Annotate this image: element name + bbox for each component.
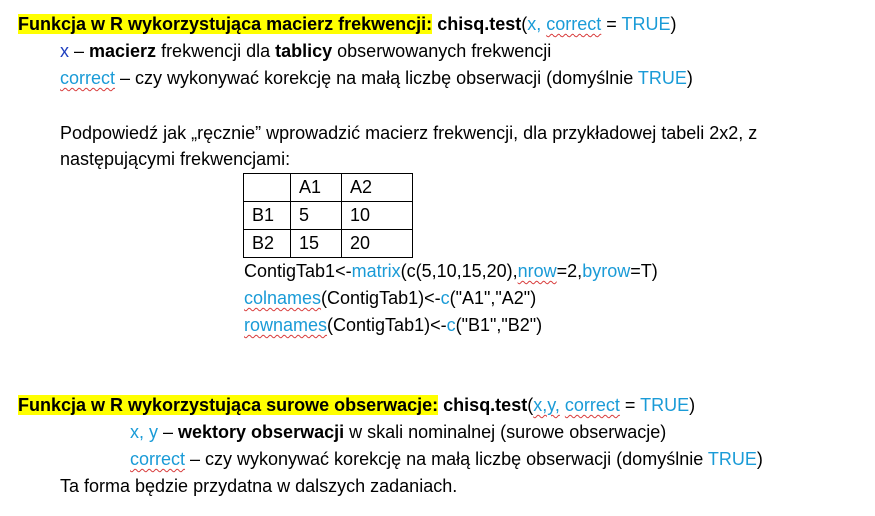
x-mid: frekwencji dla (156, 41, 276, 61)
section2-note: Ta forma będzie przydatna w dalszych zad… (60, 476, 458, 496)
table-row: B1 5 10 (243, 201, 413, 230)
code-part: ("A1","A2") (449, 288, 537, 308)
table-header-cell: A1 (290, 173, 342, 202)
code-arg-nrow: nrow (517, 261, 557, 281)
xy-dash: – (158, 422, 179, 442)
x-bold-macierz: macierz (89, 41, 157, 61)
table-cell: 15 (290, 229, 342, 258)
code-arg-byrow: byrow (582, 261, 631, 281)
code-fn-c: c (446, 315, 456, 335)
code-part: (c(5,10,15,20), (400, 261, 518, 281)
table-row-label: B2 (243, 229, 291, 258)
section1-x-desc: x – macierz frekwencji dla tablicy obser… (60, 40, 551, 62)
section2-title: Funkcja w R wykorzystująca surowe obserw… (18, 395, 439, 415)
hint-line2: następującymi frekwencjami: (60, 149, 291, 169)
table-cell: 20 (341, 229, 413, 258)
table-cell: 5 (290, 201, 342, 230)
code-part: (ContigTab1)<- (327, 315, 447, 335)
section2-eq: = (619, 395, 641, 415)
section1-fn: chisq.test (437, 14, 522, 34)
code-part: ("B1","B2") (455, 315, 543, 335)
table-header-cell: A2 (341, 173, 413, 202)
correct-param-label: correct (60, 68, 116, 88)
code-part: ContigTab1<- (244, 261, 352, 281)
correct2-param-label: correct (130, 449, 186, 469)
table-row: B2 15 20 (243, 229, 413, 258)
correct2-true: TRUE (707, 449, 757, 469)
code-part: =2, (556, 261, 583, 281)
code-fn-matrix: matrix (351, 261, 401, 281)
xy-end: w skali nominalnej (surowe obserwacje) (344, 422, 667, 442)
code-fn-rownames: rownames (244, 315, 328, 335)
section1-title: Funkcja w R wykorzystująca macierz frekw… (18, 14, 433, 34)
table-row-label: B1 (243, 201, 291, 230)
x-bold-tablicy: tablicy (275, 41, 333, 61)
section1-eq: = (601, 14, 622, 34)
section1-correct-desc: correct – czy wykonywać korekcję na małą… (60, 67, 693, 89)
section2-true: TRUE (640, 395, 690, 415)
code-part: (ContigTab1)<- (321, 288, 441, 308)
section1-args-close: ) (670, 14, 677, 34)
section2-fn: chisq.test (443, 395, 528, 415)
code-part: =T) (630, 261, 658, 281)
frequency-table: A1 A2 B1 5 10 B2 15 20 (243, 173, 413, 258)
code-line-colnames: colnames(ContigTab1)<-c("A1","A2") (244, 287, 536, 309)
section2-arg-xy: x,y, (533, 395, 560, 415)
correct2-text: – czy wykonywać korekcję na małą liczbę … (185, 449, 708, 469)
correct2-close: ) (756, 449, 763, 469)
xy-bold: wektory obserwacji (178, 422, 345, 442)
section1-true: TRUE (621, 14, 671, 34)
code-fn-c: c (440, 288, 450, 308)
x-dash: – (69, 41, 90, 61)
section2-xy-desc: x, y – wektory obserwacji w skali nomina… (130, 421, 666, 443)
table-header-cell (243, 173, 291, 202)
section2-arg-correct: correct (564, 395, 620, 415)
correct-true: TRUE (637, 68, 687, 88)
code-fn-colnames: colnames (244, 288, 322, 308)
section2-correct-desc: correct – czy wykonywać korekcję na małą… (130, 448, 763, 470)
section2-args-close: ) (689, 395, 696, 415)
section1-arg-correct: correct (546, 14, 602, 34)
correct-text: – czy wykonywać korekcję na małą liczbę … (115, 68, 638, 88)
code-line-rownames: rownames(ContigTab1)<-c("B1","B2") (244, 314, 542, 336)
code-line-matrix: ContigTab1<-matrix(c(5,10,15,20),nrow=2,… (244, 260, 658, 282)
correct-close: ) (686, 68, 693, 88)
hint-line1: Podpowiedź jak „ręcznie” wprowadzić maci… (60, 123, 758, 143)
section1-arg-x: x, (527, 14, 542, 34)
x-end: obserwowanych frekwencji (332, 41, 552, 61)
section1-heading: Funkcja w R wykorzystująca macierz frekw… (18, 13, 676, 35)
x-param-label: x (60, 41, 69, 61)
table-header-row: A1 A2 (243, 173, 413, 202)
section2-heading: Funkcja w R wykorzystująca surowe obserw… (18, 394, 695, 416)
xy-param-label: x, y (130, 422, 159, 442)
table-cell: 10 (341, 201, 413, 230)
